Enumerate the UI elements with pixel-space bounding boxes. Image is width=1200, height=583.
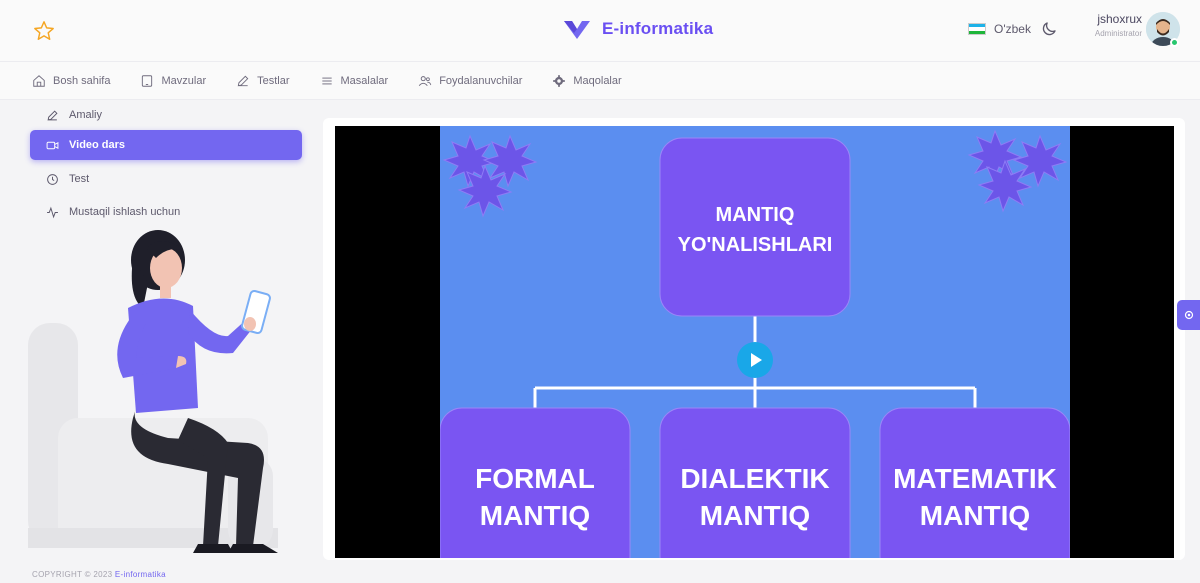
activity-icon (47, 206, 58, 218)
pencil-icon (47, 109, 58, 120)
brand-name: E-informatika (602, 19, 714, 38)
lesson-sidebar: Amaliy Video dars Test Mustaqil ishlash … (20, 100, 320, 560)
menu-label: Mavzular (161, 74, 207, 87)
menu-item-bosh-sahifa[interactable]: Bosh sahifa (32, 74, 110, 88)
sidebar-item-label: Test (69, 173, 90, 185)
menu-item-maqolalar[interactable]: Maqolalar (552, 74, 622, 88)
menu-item-masalalar[interactable]: Masalalar (320, 74, 389, 88)
user-role: Administrator (1094, 29, 1142, 38)
slide-box-matematik: MATEMATIK MANTIQ (893, 463, 1057, 531)
moon-icon[interactable] (1040, 20, 1058, 38)
sidebar-item-mustaqil[interactable]: Mustaqil ishlash uchun (30, 197, 302, 227)
main-menu: Bosh sahifa Mavzular Testlar Masalalar F… (0, 62, 1200, 100)
video-icon (46, 141, 59, 149)
star-icon[interactable] (33, 20, 55, 42)
language-selector[interactable]: O'zbek (968, 22, 1031, 36)
copyright-text: COPYRIGHT © 2023 (32, 570, 113, 579)
sidebar-item-label: Mustaqil ishlash uchun (69, 206, 181, 218)
settings-icon (553, 74, 566, 87)
sidebar-item-label: Amaliy (69, 109, 103, 121)
home-icon (33, 74, 45, 87)
menu-label: Masalalar (340, 74, 389, 87)
customizer-toggle[interactable] (1177, 300, 1200, 330)
tablet-icon (142, 74, 153, 87)
brand-logo[interactable]: E-informatika (562, 18, 713, 40)
footer: COPYRIGHT © 2023 E-informatika (32, 570, 166, 579)
clock-icon (47, 173, 58, 185)
menu-item-foydalanuvchilar[interactable]: Foydalanuvchilar (418, 74, 522, 88)
user-info[interactable]: jshoxrux Administrator (1070, 12, 1142, 38)
top-header: E-informatika O'zbek jshoxrux Administra… (0, 0, 1200, 62)
user-name: jshoxrux (1097, 12, 1142, 26)
woman-with-phone-illustration (28, 230, 278, 553)
sidebar-item-label: Video dars (69, 139, 126, 151)
sidebar-item-video-dars[interactable]: Video dars (30, 130, 302, 160)
menu-label: Foydalanuvchilar (439, 74, 523, 87)
settings-icon (1184, 310, 1194, 320)
users-icon (419, 75, 432, 86)
slide-box-dialektik: DIALEKTIK MANTIQ (680, 463, 830, 531)
slide-top-box-title: MANTIQ YO'NALISHLARI (677, 204, 833, 256)
footer-link[interactable]: E-informatika (115, 570, 166, 579)
slide-box-formal: FORMAL MANTIQ (475, 463, 595, 531)
online-status-dot (1170, 38, 1179, 47)
play-button[interactable] (737, 342, 773, 378)
sidebar-item-test[interactable]: Test (30, 164, 302, 194)
menu-label: Bosh sahifa (53, 74, 111, 87)
logo-icon (564, 21, 590, 39)
menu-label: Maqolalar (573, 74, 622, 87)
language-label: O'zbek (994, 22, 1031, 36)
pencil-icon (237, 75, 249, 86)
list-icon (321, 77, 332, 84)
sidebar-item-amaliy[interactable]: Amaliy (30, 100, 302, 130)
menu-item-mavzular[interactable]: Mavzular (140, 74, 206, 88)
uzbekistan-flag-icon (968, 23, 986, 35)
menu-label: Testlar (257, 74, 290, 87)
menu-item-testlar[interactable]: Testlar (236, 74, 290, 88)
